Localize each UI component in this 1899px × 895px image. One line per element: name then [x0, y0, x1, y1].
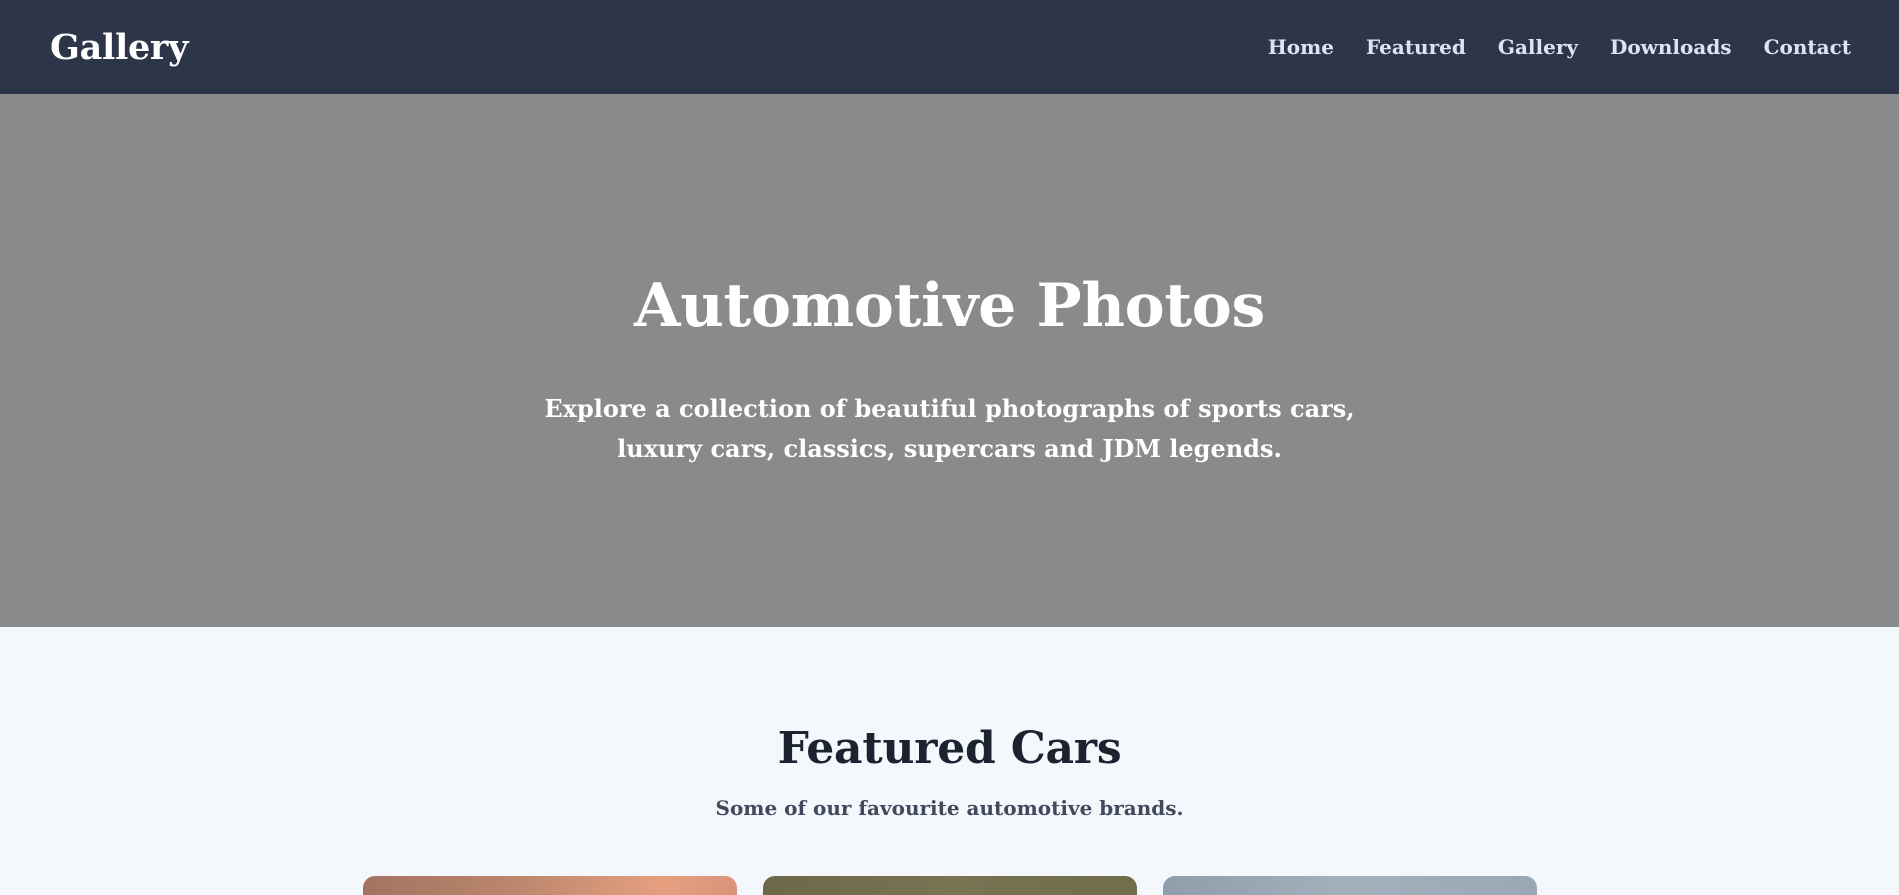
nav-link-contact[interactable]: Contact — [1764, 35, 1851, 59]
nav-link-home[interactable]: Home — [1268, 35, 1334, 59]
nav-item-downloads: Downloads — [1610, 35, 1732, 59]
nav-item-home: Home — [1268, 35, 1334, 59]
hero-subtitle: Explore a collection of beautiful photog… — [544, 393, 1355, 463]
featured-subtitle: Some of our favourite automotive brands. — [715, 796, 1184, 820]
hero-section: Automotive Photos Explore a collection o… — [0, 94, 1899, 627]
nav-item-featured: Featured — [1366, 35, 1466, 59]
featured-card-image[interactable] — [363, 876, 737, 895]
navbar: Gallery Home Featured Gallery Downloads … — [0, 0, 1899, 94]
nav-links: Home Featured Gallery Downloads Contact — [1268, 35, 1851, 59]
brand-logo-link[interactable]: Gallery — [50, 27, 188, 68]
featured-cards — [363, 876, 1537, 895]
hero-title: Automotive Photos — [633, 270, 1266, 341]
featured-card-image[interactable] — [1163, 876, 1537, 895]
featured-section: Featured Cars Some of our favourite auto… — [0, 627, 1899, 895]
nav-link-gallery[interactable]: Gallery — [1498, 35, 1578, 59]
nav-link-downloads[interactable]: Downloads — [1610, 35, 1732, 59]
nav-link-featured[interactable]: Featured — [1366, 35, 1466, 59]
nav-item-gallery: Gallery — [1498, 35, 1578, 59]
featured-title: Featured Cars — [777, 723, 1122, 774]
nav-item-contact: Contact — [1764, 35, 1851, 59]
featured-card-image[interactable] — [763, 876, 1137, 895]
